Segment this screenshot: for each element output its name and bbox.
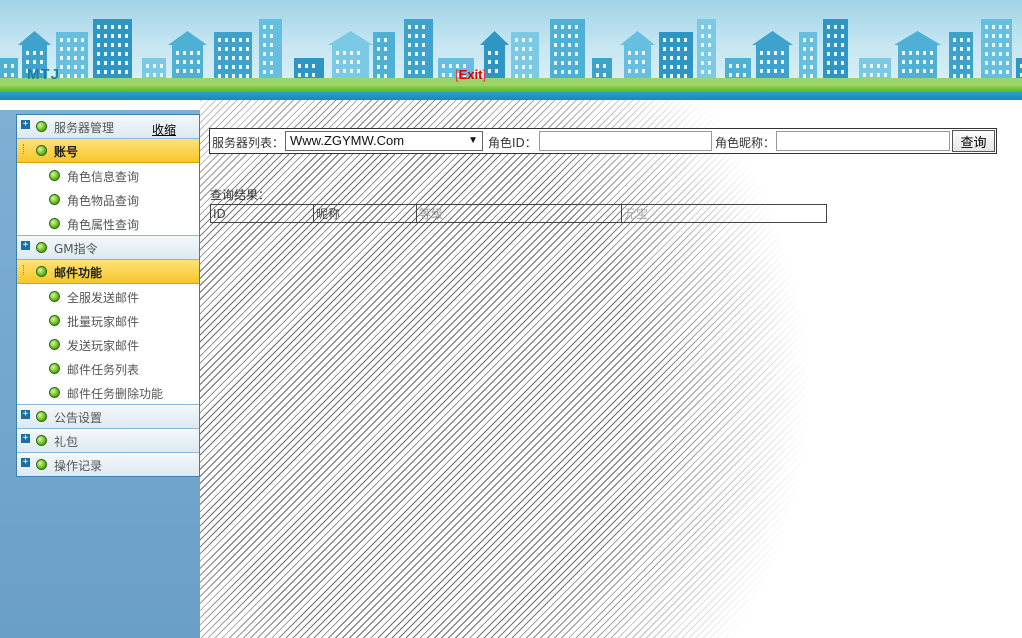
- menu-group-label: 服务器管理: [54, 121, 115, 135]
- menu-group-label: 账号: [54, 145, 79, 159]
- result-table-header-row: ID 昵称 等级 元宝: [210, 204, 827, 223]
- green-bullet-icon: [49, 363, 60, 374]
- menu-item-role-info-query[interactable]: 角色信息查询: [17, 163, 199, 187]
- green-bullet-icon: [49, 170, 60, 181]
- green-bullet-icon: [49, 315, 60, 326]
- menu-item-batch-player-mail[interactable]: 批量玩家邮件: [17, 308, 199, 332]
- menu-item-role-items-query[interactable]: 角色物品查询: [17, 187, 199, 211]
- city-skyline-illustration: [0, 19, 1022, 86]
- query-button[interactable]: 查询: [952, 130, 995, 152]
- background-hatch-pattern: [200, 100, 1022, 638]
- plus-box-icon[interactable]: +: [21, 434, 30, 443]
- header-divider-blue: [0, 92, 1022, 100]
- green-bullet-icon: [49, 291, 60, 302]
- green-bullet-icon: [49, 194, 60, 205]
- green-bullet-icon: [49, 218, 60, 229]
- plus-box-icon[interactable]: +: [21, 241, 30, 250]
- green-bullet-icon: [49, 339, 60, 350]
- green-bullet-icon: [36, 266, 47, 277]
- server-list-label: 服务器列表：: [212, 136, 285, 150]
- plus-box-icon[interactable]: +: [21, 410, 30, 419]
- column-header-yuanbao: 元宝: [621, 204, 827, 223]
- menu-item-label: 邮件任务删除功能: [67, 387, 164, 401]
- exit-control: [Exit]: [455, 67, 486, 82]
- green-bullet-icon: [49, 387, 60, 398]
- menu-group-gift-packs[interactable]: + 礼包: [17, 429, 199, 453]
- app-title: MTJ: [27, 66, 60, 83]
- green-bullet-icon: [36, 459, 47, 470]
- role-id-label: 角色ID：: [488, 136, 537, 150]
- dropdown-arrow-icon: ▼: [468, 135, 478, 146]
- menu-item-label: 角色信息查询: [67, 170, 140, 184]
- tree-line-icon: [23, 144, 26, 154]
- green-bullet-icon: [36, 435, 47, 446]
- exit-bracket-right: ]: [482, 67, 487, 82]
- menu-item-label: 发送玩家邮件: [67, 339, 140, 353]
- tree-line-icon: [23, 265, 26, 275]
- header-banner: MTJ [Exit]: [0, 0, 1022, 100]
- search-form: 服务器列表： Www.ZGYMW.Com ▼ 角色ID： 角色昵称： 查询: [209, 128, 997, 154]
- menu-group-label: GM指令: [54, 242, 98, 256]
- menu-group-mail[interactable]: 邮件功能: [17, 260, 199, 284]
- menu-item-mail-task-delete[interactable]: 邮件任务删除功能: [17, 380, 199, 405]
- menu-item-label: 全服发送邮件: [67, 291, 140, 305]
- role-nickname-label: 角色昵称：: [715, 136, 776, 150]
- menu-group-announcements[interactable]: + 公告设置: [17, 405, 199, 429]
- menu-item-label: 批量玩家邮件: [67, 315, 140, 329]
- menu-item-label: 角色属性查询: [67, 218, 140, 232]
- collapse-link[interactable]: 收缩: [152, 121, 176, 138]
- sidebar-menu: + 服务器管理 收缩 账号 角色信息查询 角色物品查询 角色属性查询 + GM指…: [16, 114, 200, 477]
- menu-item-role-attributes-query[interactable]: 角色属性查询: [17, 211, 199, 236]
- green-bullet-icon: [36, 145, 47, 156]
- green-bullet-icon: [36, 121, 47, 132]
- main-content: 服务器列表： Www.ZGYMW.Com ▼ 角色ID： 角色昵称： 查询 查询…: [200, 100, 1022, 638]
- column-header-id: ID: [210, 204, 314, 223]
- plus-box-icon[interactable]: +: [21, 458, 30, 467]
- menu-group-server-management[interactable]: + 服务器管理 收缩: [17, 115, 199, 139]
- sidebar-top-strip: [0, 100, 200, 110]
- plus-box-icon[interactable]: +: [21, 120, 30, 129]
- menu-group-label: 礼包: [54, 435, 79, 449]
- menu-group-label: 操作记录: [54, 459, 103, 473]
- menu-group-label: 邮件功能: [54, 266, 103, 280]
- server-select[interactable]: Www.ZGYMW.Com ▼: [285, 131, 483, 151]
- menu-item-label: 角色物品查询: [67, 194, 140, 208]
- role-id-input[interactable]: [539, 131, 712, 151]
- menu-item-label: 邮件任务列表: [67, 363, 140, 377]
- result-label: 查询结果：: [210, 188, 271, 202]
- column-header-level: 等级: [416, 204, 622, 223]
- column-header-nickname: 昵称: [313, 204, 417, 223]
- menu-item-server-wide-mail[interactable]: 全服发送邮件: [17, 284, 199, 308]
- menu-group-label: 公告设置: [54, 411, 103, 425]
- green-bullet-icon: [36, 411, 47, 422]
- role-nickname-input[interactable]: [776, 131, 950, 151]
- exit-link[interactable]: Exit: [459, 67, 483, 82]
- server-select-value: Www.ZGYMW.Com: [290, 133, 405, 148]
- menu-item-mail-task-list[interactable]: 邮件任务列表: [17, 356, 199, 380]
- menu-item-send-player-mail[interactable]: 发送玩家邮件: [17, 332, 199, 356]
- result-table: ID 昵称 等级 元宝: [210, 204, 827, 223]
- menu-group-gm-commands[interactable]: + GM指令: [17, 236, 199, 260]
- green-bullet-icon: [36, 242, 47, 253]
- menu-group-account[interactable]: 账号: [17, 139, 199, 163]
- menu-group-operation-logs[interactable]: + 操作记录: [17, 453, 199, 476]
